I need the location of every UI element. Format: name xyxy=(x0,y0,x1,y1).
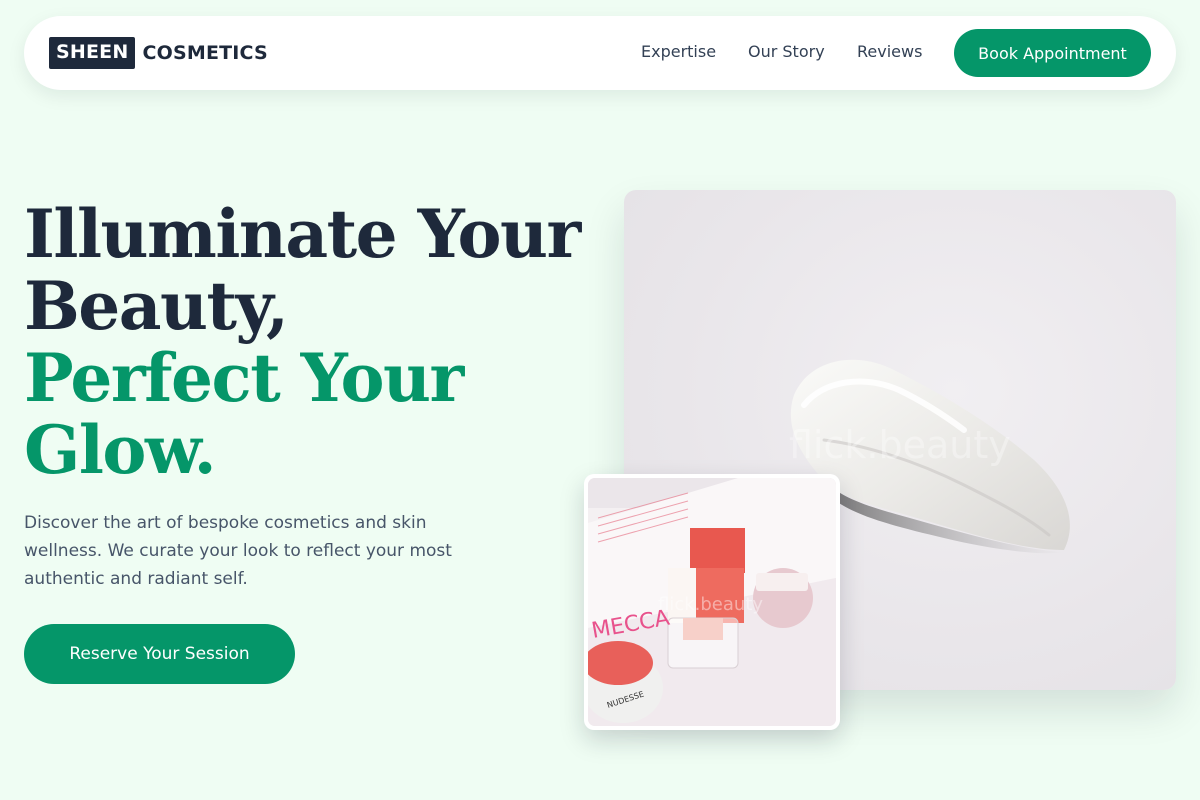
hero-description: Discover the art of bespoke cosmetics an… xyxy=(24,513,452,589)
headline-line-2: Beauty, xyxy=(24,267,289,345)
logo-box-text: SHEEN xyxy=(49,37,136,69)
thumb-watermark: flick.beauty xyxy=(658,594,763,615)
reserve-session-button[interactable]: Reserve Your Session xyxy=(24,624,295,684)
headline-line-4: Glow. xyxy=(24,411,217,489)
headline-line-3: Perfect Your xyxy=(24,339,464,417)
nav-link-our-story[interactable]: Our Story xyxy=(748,42,825,62)
product-box-image: NUDESSE MECCA flick.beauty xyxy=(588,478,836,726)
headline-line-1: Illuminate Your xyxy=(24,195,581,273)
hero-headline: Illuminate Your Beauty, Perfect Your Glo… xyxy=(24,195,581,489)
nav-link-reviews[interactable]: Reviews xyxy=(857,42,922,62)
book-appointment-button[interactable]: Book Appointment xyxy=(954,29,1151,77)
top-navbar: SHEEN COSMETICS Expertise Our Story Revi… xyxy=(24,16,1176,90)
main-image-watermark: flick.beauty xyxy=(789,423,1011,467)
logo-wordmark: COSMETICS xyxy=(142,42,268,64)
brand-logo[interactable]: SHEEN COSMETICS xyxy=(49,37,268,69)
product-box-thumbnail: NUDESSE MECCA flick.beauty xyxy=(584,474,840,730)
nav-link-expertise[interactable]: Expertise xyxy=(641,42,716,62)
